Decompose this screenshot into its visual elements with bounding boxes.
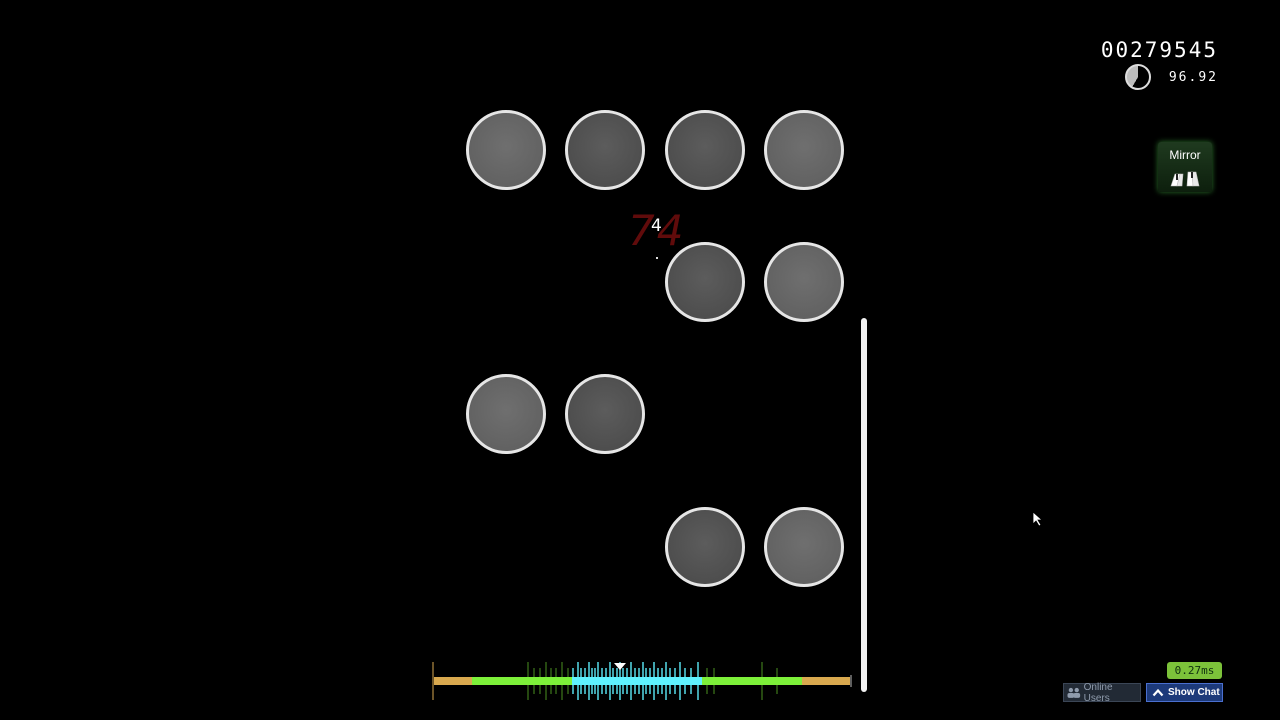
note [565,110,645,190]
combo-counter: 4 [651,216,662,236]
note [764,507,844,587]
accuracy-row: 96.92 [1124,64,1218,90]
chevron-up-icon [1152,688,1164,697]
mod-label: Mirror [1169,148,1201,162]
note [665,507,745,587]
show-chat-button[interactable]: Show Chat [1146,683,1223,702]
score-display: 00279545 [1100,38,1218,62]
online-users-label: Online Users [1083,681,1113,704]
show-chat-label: Show Chat [1168,687,1220,698]
combo-dot [656,257,658,259]
hit-average-marker [614,663,626,670]
mirror-mod-badge: Mirror [1158,142,1212,192]
note [764,110,844,190]
mirror-keys-icon [1170,171,1200,187]
mouse-cursor-icon [1032,511,1044,527]
progress-pie-icon [1124,64,1151,90]
song-progress-bar [861,318,867,692]
note [466,374,546,454]
note [764,242,844,322]
game-screen: 74 4 00279545 96.92 Mirror 0.27ms Online… [0,0,1280,720]
note [665,110,745,190]
users-icon [1067,687,1081,698]
accuracy-display: 96.92 [1168,69,1218,85]
online-users-button[interactable]: Online Users [1063,681,1141,704]
note [565,374,645,454]
note [466,110,546,190]
latency-badge: 0.27ms [1167,662,1222,679]
hit-error-meter [432,662,852,700]
